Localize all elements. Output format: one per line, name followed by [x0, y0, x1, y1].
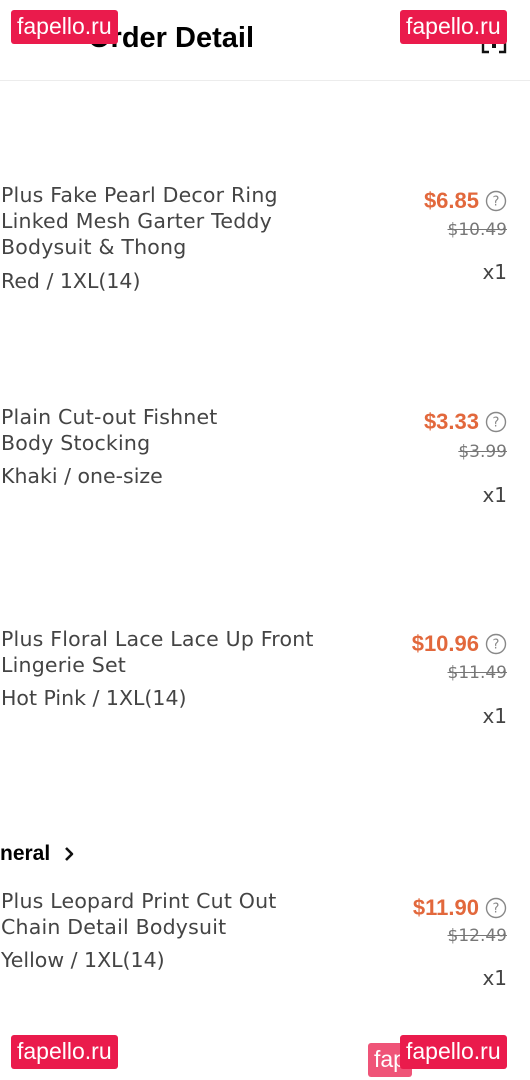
- item-price: $3.33: [423, 409, 479, 434]
- item-name-line: Plus Fake Pearl Decor Ring: [1, 183, 278, 207]
- chevron-right-icon: [65, 847, 74, 861]
- item-quantity: x1: [482, 966, 507, 990]
- item-name: Plus Fake Pearl Decor Ring Linked Mesh G…: [1, 182, 341, 260]
- svg-text:?: ?: [493, 902, 500, 917]
- svg-text:?: ?: [493, 195, 500, 210]
- item-variant: Yellow / 1XL(14): [1, 948, 165, 972]
- item-name: Plus Floral Lace Lace Up Front Lingerie …: [1, 626, 341, 678]
- watermark: fapello.ru: [400, 1035, 507, 1069]
- item-name-line: Bodysuit & Thong: [1, 235, 187, 259]
- item-name-line: Plus Floral Lace Lace Up Front: [1, 627, 314, 651]
- question-circle-icon[interactable]: ?: [485, 411, 507, 433]
- section-label: neral: [0, 842, 51, 865]
- item-name: Plain Cut-out Fishnet Body Stocking: [1, 404, 341, 456]
- item-variant: Khaki / one-size: [1, 464, 163, 488]
- item-original-price: $12.49: [447, 926, 507, 946]
- item-name-line: Body Stocking: [1, 431, 151, 455]
- question-circle-icon[interactable]: ?: [485, 633, 507, 655]
- watermark: fapello.ru: [11, 1035, 118, 1069]
- item-original-price: $3.99: [458, 442, 507, 462]
- watermark: fapello.ru: [11, 10, 118, 44]
- item-price: $11.90: [412, 895, 479, 920]
- item-name-line: Linked Mesh Garter Teddy: [1, 209, 272, 233]
- svg-text:?: ?: [493, 638, 500, 653]
- item-quantity: x1: [482, 483, 507, 507]
- section-link[interactable]: neral: [0, 840, 76, 868]
- item-original-price: $11.49: [447, 663, 507, 683]
- item-original-price: $10.49: [447, 220, 507, 240]
- item-variant: Red / 1XL(14): [1, 269, 141, 293]
- item-price: $6.85: [423, 188, 479, 213]
- question-circle-icon[interactable]: ?: [485, 897, 507, 919]
- item-name-line: Chain Detail Bodysuit: [1, 915, 227, 939]
- item-name: Plus Leopard Print Cut Out Chain Detail …: [1, 888, 341, 940]
- item-name-line: Lingerie Set: [1, 653, 127, 677]
- svg-text:?: ?: [493, 416, 500, 431]
- item-name-line: Plus Leopard Print Cut Out: [1, 889, 277, 913]
- item-variant: Hot Pink / 1XL(14): [1, 686, 187, 710]
- item-quantity: x1: [482, 704, 507, 728]
- question-circle-icon[interactable]: ?: [485, 190, 507, 212]
- item-price: $10.96: [411, 631, 479, 656]
- item-name-line: Plain Cut-out Fishnet: [1, 405, 218, 429]
- watermark: fapello.ru: [400, 10, 507, 44]
- item-quantity: x1: [482, 260, 507, 284]
